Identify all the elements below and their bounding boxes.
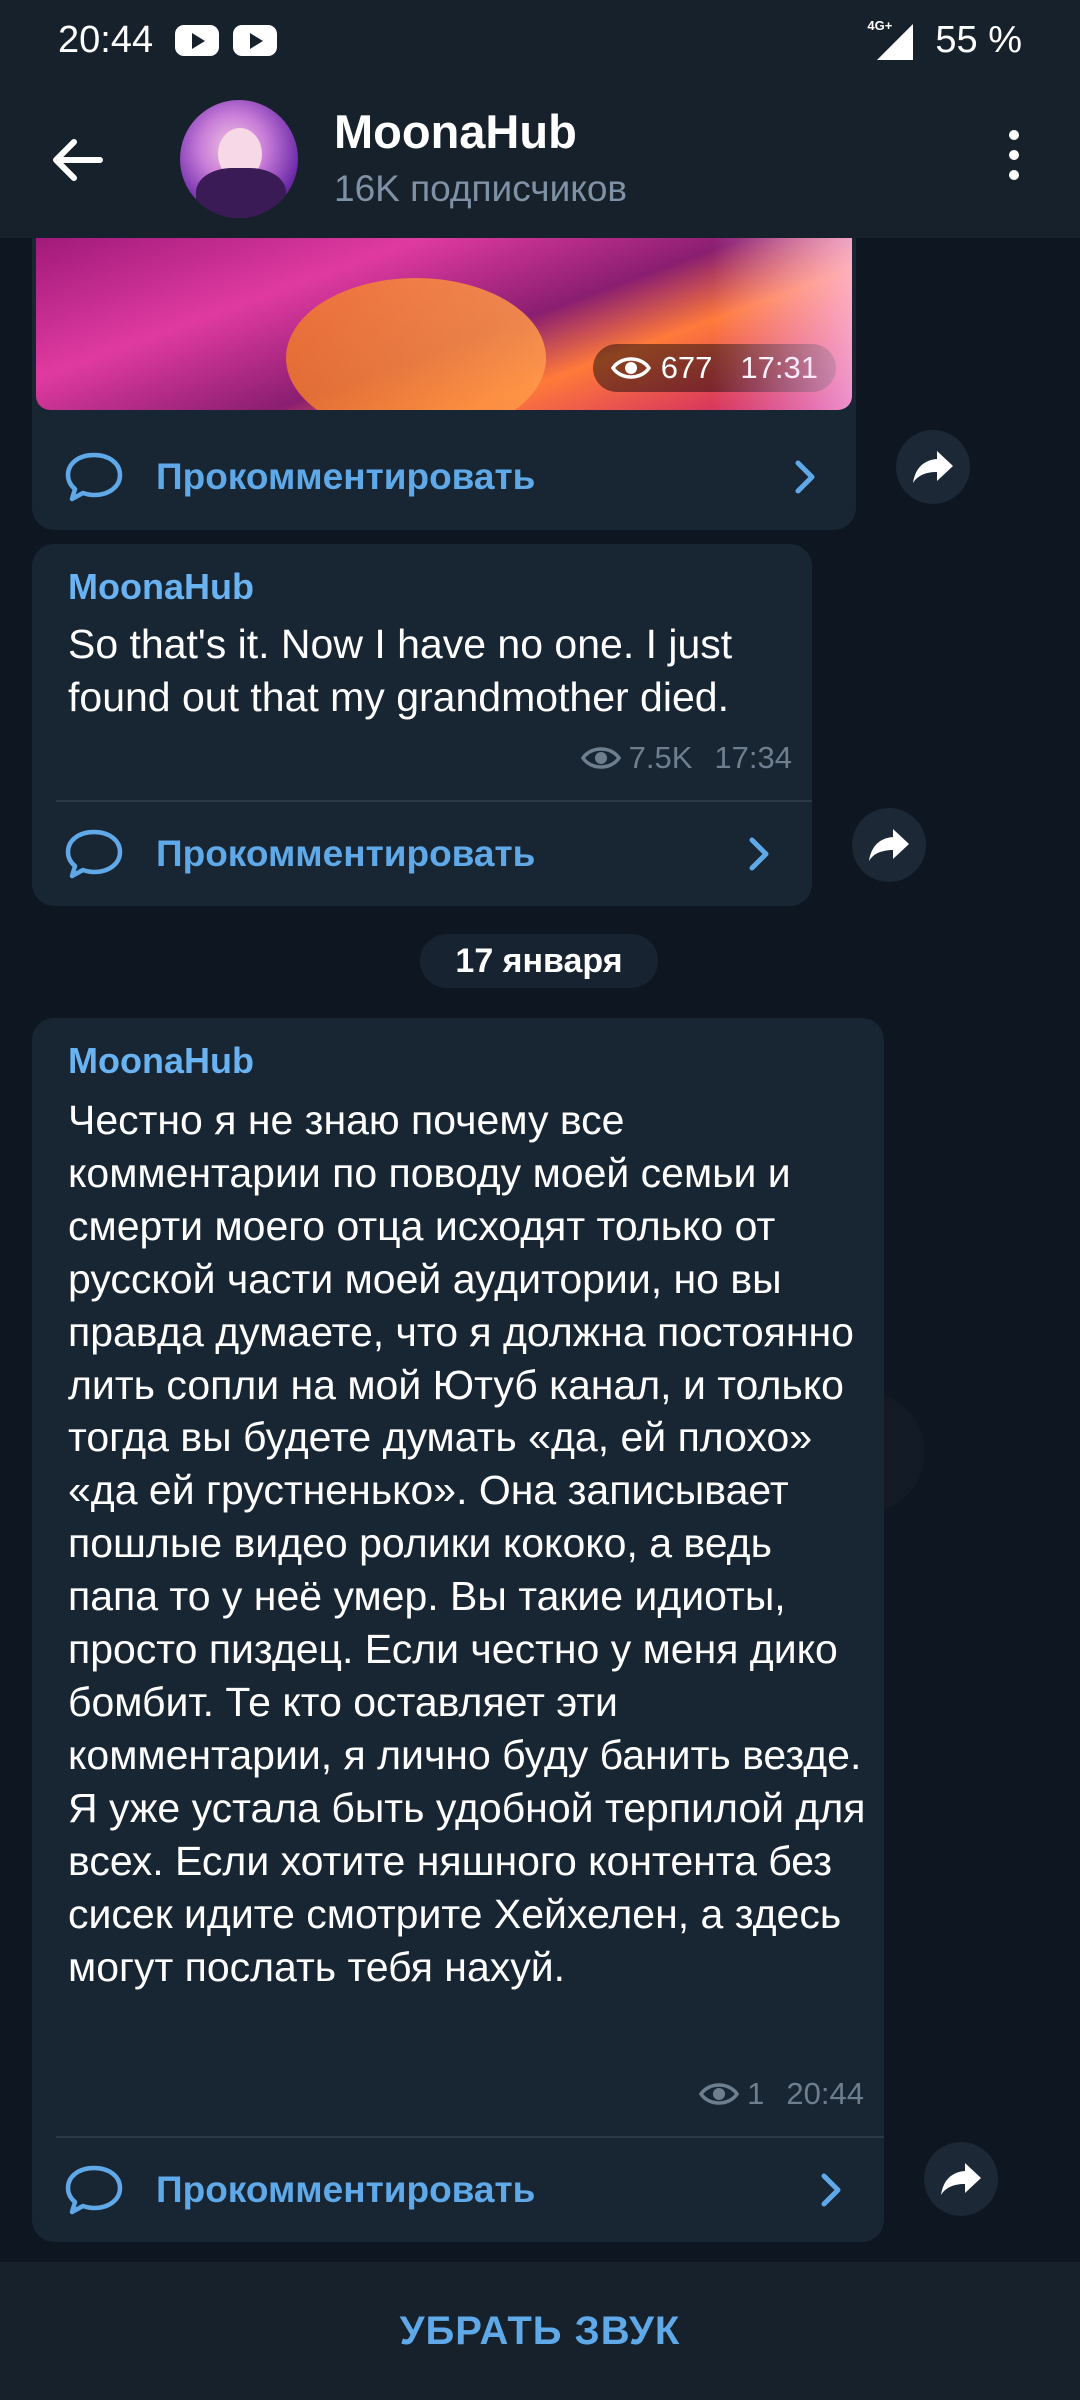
date-separator: 17 января (420, 934, 658, 988)
message-bubble[interactable]: MoonaHub So that's it. Now I have no one… (32, 544, 812, 906)
back-arrow-icon[interactable] (50, 132, 106, 188)
message-meta: 7.5K 17:34 (580, 740, 792, 776)
comment-button[interactable]: Прокомментировать (32, 2138, 884, 2242)
views-eye-icon (580, 747, 621, 769)
comment-button[interactable]: Прокомментировать (32, 802, 812, 906)
message-meta: 1 20:44 (699, 2076, 864, 2112)
photo-meta: 677 17:31 (592, 344, 836, 392)
more-menu-icon[interactable] (1000, 130, 1028, 190)
share-button[interactable] (852, 808, 926, 882)
chevron-right-icon (749, 837, 769, 871)
chevron-right-icon (795, 460, 815, 494)
mute-bar[interactable]: УБРАТЬ ЗВУК (0, 2262, 1080, 2400)
channel-avatar[interactable] (180, 100, 298, 218)
youtube-icon (233, 24, 278, 56)
comment-bubble-icon (65, 829, 123, 879)
share-button[interactable] (924, 2142, 998, 2216)
message-bubble[interactable]: 677 17:31 Прокомментировать (32, 238, 856, 530)
sender-name: MoonaHub (68, 1040, 254, 1081)
share-button[interactable] (896, 430, 970, 504)
comment-label: Прокомментировать (156, 2169, 536, 2210)
views-eye-icon (699, 2083, 740, 2105)
view-count: 677 (660, 350, 713, 385)
channel-header: MoonaHub 16K подписчиков (0, 80, 1080, 238)
view-count: 1 (747, 2076, 765, 2111)
views-eye-icon (610, 357, 651, 379)
comment-bubble-icon (65, 452, 123, 502)
comment-bubble-icon (65, 2165, 123, 2215)
status-bar: 20:44 4G+ 55 % (0, 0, 1080, 80)
message-photo[interactable]: 677 17:31 (36, 238, 852, 410)
view-count: 7.5K (628, 740, 693, 775)
message-text: Честно я не знаю почему все комментарии … (68, 1097, 866, 1990)
share-arrow-icon (869, 829, 909, 861)
comment-label: Прокомментировать (156, 833, 536, 874)
chat-area[interactable]: 677 17:31 Прокомментировать MoonaHub So … (0, 238, 1080, 2262)
status-time: 20:44 (58, 18, 154, 61)
comment-button[interactable]: Прокомментировать (32, 422, 856, 532)
battery-level: 55 % (935, 18, 1022, 61)
chevron-right-icon (821, 2173, 841, 2207)
subscriber-count: 16K подписчиков (334, 168, 628, 209)
message-bubble[interactable]: MoonaHub Честно я не знаю почему все ком… (32, 1018, 884, 2242)
mute-button[interactable]: УБРАТЬ ЗВУК (400, 2309, 681, 2354)
youtube-notification-icons (175, 24, 278, 56)
message-text: So that's it. Now I have no one. I just … (68, 621, 733, 720)
comment-label: Прокомментировать (156, 456, 536, 497)
channel-title[interactable]: MoonaHub (334, 104, 577, 159)
share-arrow-icon (941, 2163, 981, 2195)
share-arrow-icon (913, 451, 953, 483)
message-time: 17:34 (714, 740, 792, 775)
sender-name: MoonaHub (68, 566, 254, 607)
youtube-icon (175, 24, 220, 56)
message-time: 20:44 (786, 2076, 864, 2111)
message-time: 17:31 (740, 350, 818, 385)
signal-icon: 4G+ (861, 18, 914, 60)
